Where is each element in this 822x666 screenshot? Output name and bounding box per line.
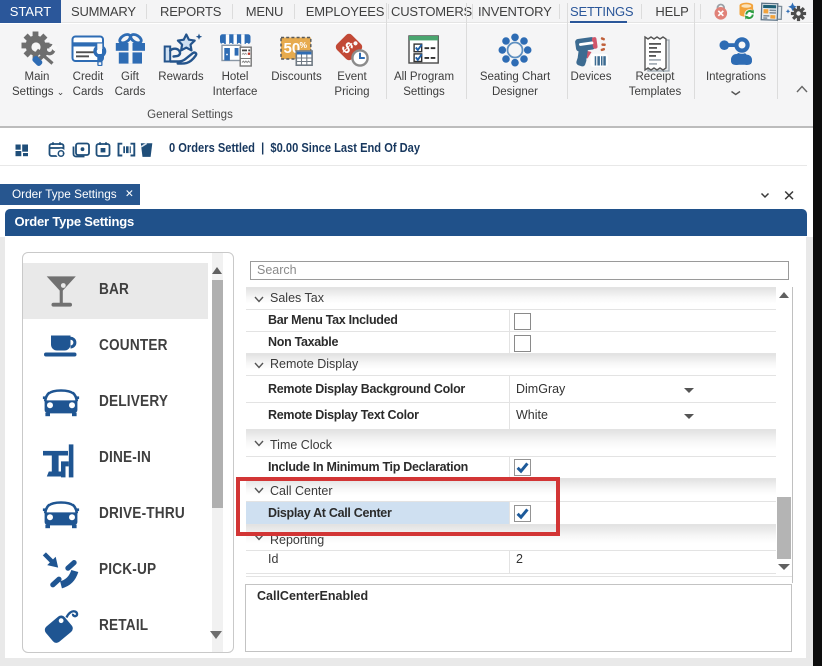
svg-text:%: % xyxy=(300,40,308,50)
